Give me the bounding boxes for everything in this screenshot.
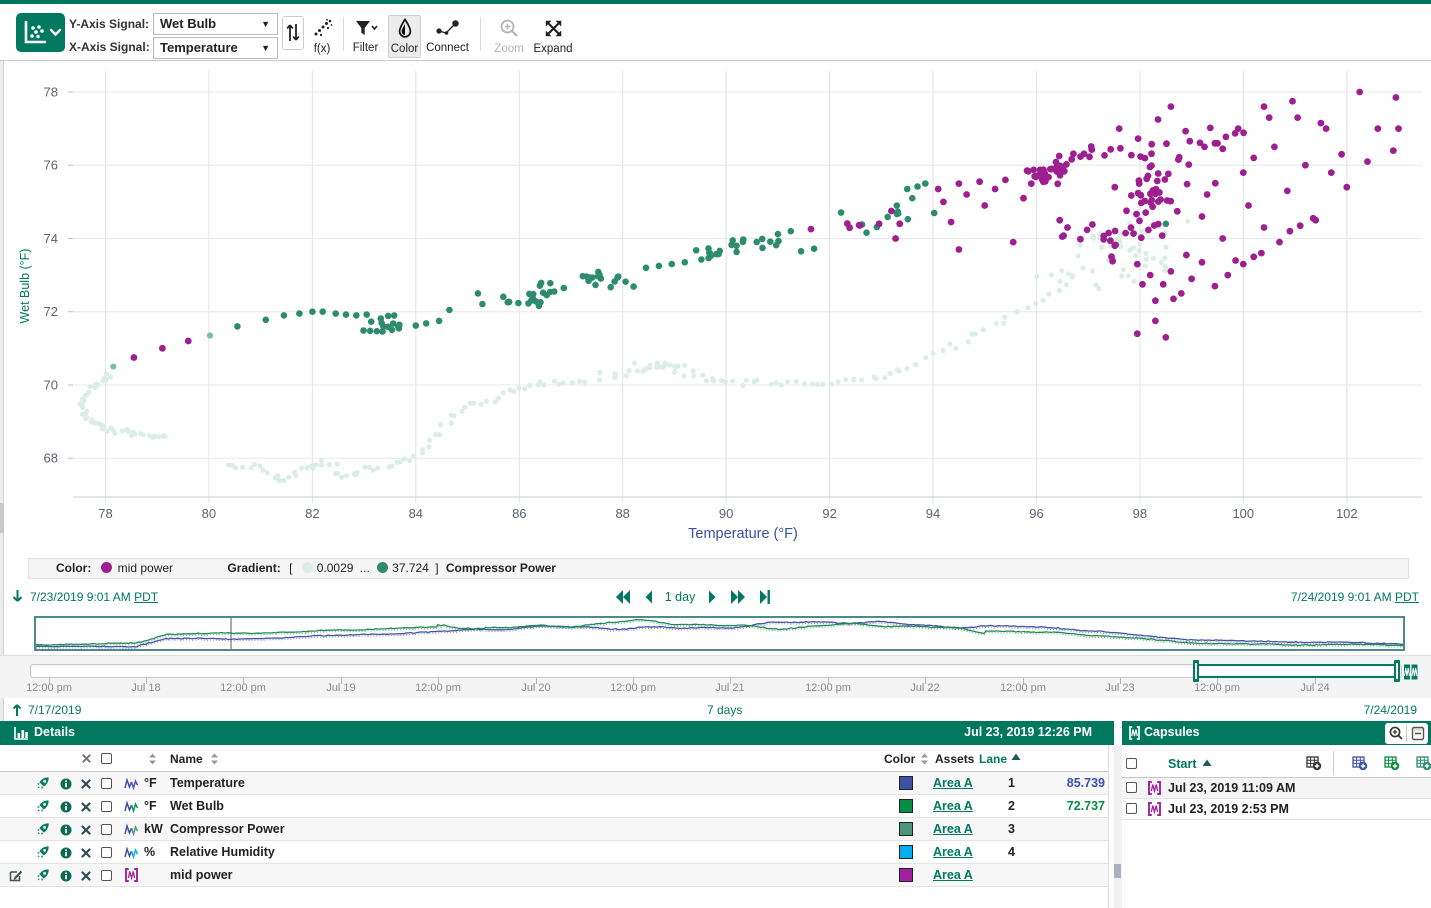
svg-text:94: 94 xyxy=(926,506,940,521)
svg-text:82: 82 xyxy=(305,506,319,521)
svg-text:80: 80 xyxy=(202,506,216,521)
svg-text:70: 70 xyxy=(44,378,58,393)
svg-text:88: 88 xyxy=(615,506,629,521)
svg-text:Temperature (°F): Temperature (°F) xyxy=(688,526,798,542)
svg-text:98: 98 xyxy=(1133,506,1147,521)
svg-text:102: 102 xyxy=(1336,506,1358,521)
svg-text:92: 92 xyxy=(822,506,836,521)
svg-text:86: 86 xyxy=(512,506,526,521)
svg-text:76: 76 xyxy=(44,158,58,173)
svg-text:100: 100 xyxy=(1232,506,1254,521)
svg-text:72: 72 xyxy=(44,304,58,319)
svg-text:68: 68 xyxy=(44,451,58,466)
svg-text:74: 74 xyxy=(44,231,58,246)
svg-text:1 day: 1 day xyxy=(665,590,696,604)
svg-text:90: 90 xyxy=(719,506,733,521)
svg-text:78: 78 xyxy=(44,85,58,100)
svg-text:78: 78 xyxy=(98,506,112,521)
svg-text:84: 84 xyxy=(409,506,423,521)
svg-text:Wet Bulb (°F): Wet Bulb (°F) xyxy=(18,249,32,324)
svg-text:96: 96 xyxy=(1029,506,1043,521)
